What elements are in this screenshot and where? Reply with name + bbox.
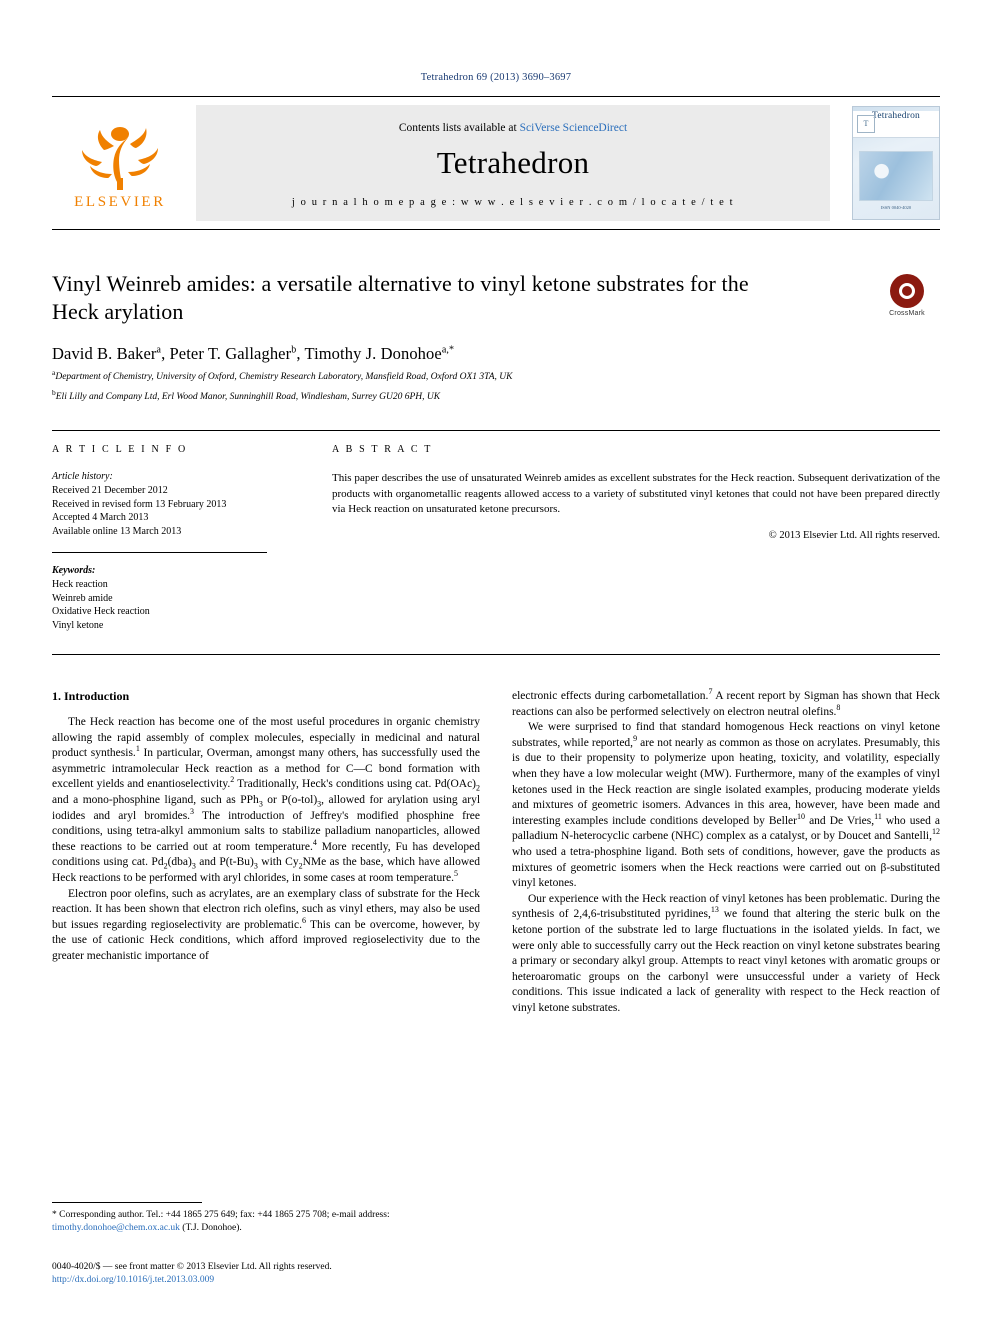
paragraph-left-1: Electron poor olefins, such as acrylates… [52,887,480,962]
elsevier-wordmark: ELSEVIER [74,193,166,210]
keyword-1: Weinreb amide [52,592,113,604]
doi-link[interactable]: http://dx.doi.org/10.1016/j.tet.2013.03.… [52,1275,214,1285]
body-divider [52,654,940,655]
history-line-3: Available online 13 March 2013 [52,525,182,537]
crossmark-label: CrossMark [889,310,925,317]
affiliation-b-text: Eli Lilly and Company Ltd, Erl Wood Mano… [55,392,441,402]
abstract-copyright: © 2013 Elsevier Ltd. All rights reserved… [768,529,940,541]
history-line-2: Accepted 4 March 2013 [52,512,149,523]
page-title: Vinyl Weinreb amides: a versatile altern… [52,271,749,324]
journal-title: Tetrahedron [436,145,590,180]
cover-image: T Tetrahedron ISSN 0040-4020 [852,106,940,220]
abstract-text: This paper describes the use of unsatura… [332,472,940,515]
paragraph-right-0: electronic effects during carbometallati… [512,687,941,718]
history-line-0: Received 21 December 2012 [52,485,168,496]
info-abstract-row: A R T I C L E I N F O Article history: R… [52,430,940,632]
cover-footer-text: ISSN 0040-4020 [880,205,912,210]
body-left-column: 1. Introduction The Heck reaction has be… [52,689,480,1016]
abstract-heading: A B S T R A C T [332,444,433,455]
article-info-column: A R T I C L E I N F O Article history: R… [52,444,328,632]
keyword-0: Heck reaction [52,579,108,590]
cover-header: T Tetrahedron [853,111,939,138]
footnote-text-after: (T.J. Donohoe). [179,1223,242,1233]
section-heading-introduction: 1. Introduction [52,689,130,703]
affiliation-a-text: Department of Chemistry, University of O… [55,372,513,382]
body-right-column: electronic effects during carbometallati… [512,687,941,1016]
publisher-logo: ELSEVIER [52,97,188,229]
footnote-divider [52,1202,202,1203]
article-info-heading: A R T I C L E I N F O [52,444,188,455]
contents-available-line: Contents lists available at SciVerse Sci… [399,122,627,134]
running-head: Tetrahedron 69 (2013) 3690–3697 [420,72,572,83]
info-divider [52,552,267,553]
journal-masthead: ELSEVIER Contents lists available at Sci… [52,96,940,230]
footnote-text-before: * Corresponding author. Tel.: +44 1865 2… [52,1210,390,1220]
crossmark-badge[interactable]: CrossMark [874,274,940,317]
corresponding-author-footnote: * Corresponding author. Tel.: +44 1865 2… [52,1202,480,1235]
author-list: David B. Bakera, Peter T. Gallagherb, Ti… [52,344,455,363]
page-footer: 0040-4020/$ — see front matter © 2013 El… [52,1261,332,1287]
abstract-column: A B S T R A C T This paper describes the… [328,444,940,632]
paragraph-left-0: The Heck reaction has become one of the … [52,716,481,884]
corresponding-author-email-link[interactable]: timothy.donohoe@chem.ox.ac.uk [52,1223,180,1233]
contents-prefix: Contents lists available at [398,122,520,134]
body-columns: 1. Introduction The Heck reaction has be… [52,687,941,1016]
paragraph-right-2: Our experience with the Heck reaction of… [512,892,940,1014]
crossmark-icon [890,274,924,308]
cover-logo-icon: T [857,115,875,133]
sciencedirect-link[interactable]: SciVerse ScienceDirect [520,122,628,134]
cover-artwork [859,151,933,201]
footer-copyright: 0040-4020/$ — see front matter © 2013 El… [52,1262,332,1272]
journal-homepage[interactable]: j o u r n a l h o m e p a g e : w w w . … [292,197,734,208]
history-line-1: Received in revised form 13 February 201… [52,498,227,510]
keywords-title: Keywords: [52,565,96,576]
affiliation-b: bEli Lilly and Company Ltd, Erl Wood Man… [52,389,940,404]
journal-cover-thumbnail: T Tetrahedron ISSN 0040-4020 [836,105,940,221]
title-block: Vinyl Weinreb amides: a versatile altern… [52,270,940,404]
article-page: Tetrahedron 69 (2013) 3690–3697 ELSEVIER [0,0,992,1323]
paragraph-right-1: We were surprised to find that standard … [512,721,941,890]
affiliation-a: aDepartment of Chemistry, University of … [52,369,940,384]
keyword-2: Oxidative Heck reaction [52,606,150,617]
elsevier-tree-icon [82,126,158,190]
journal-banner: Contents lists available at SciVerse Sci… [196,105,830,221]
article-history-title: Article history: [52,471,113,482]
keyword-3: Vinyl ketone [52,619,104,631]
